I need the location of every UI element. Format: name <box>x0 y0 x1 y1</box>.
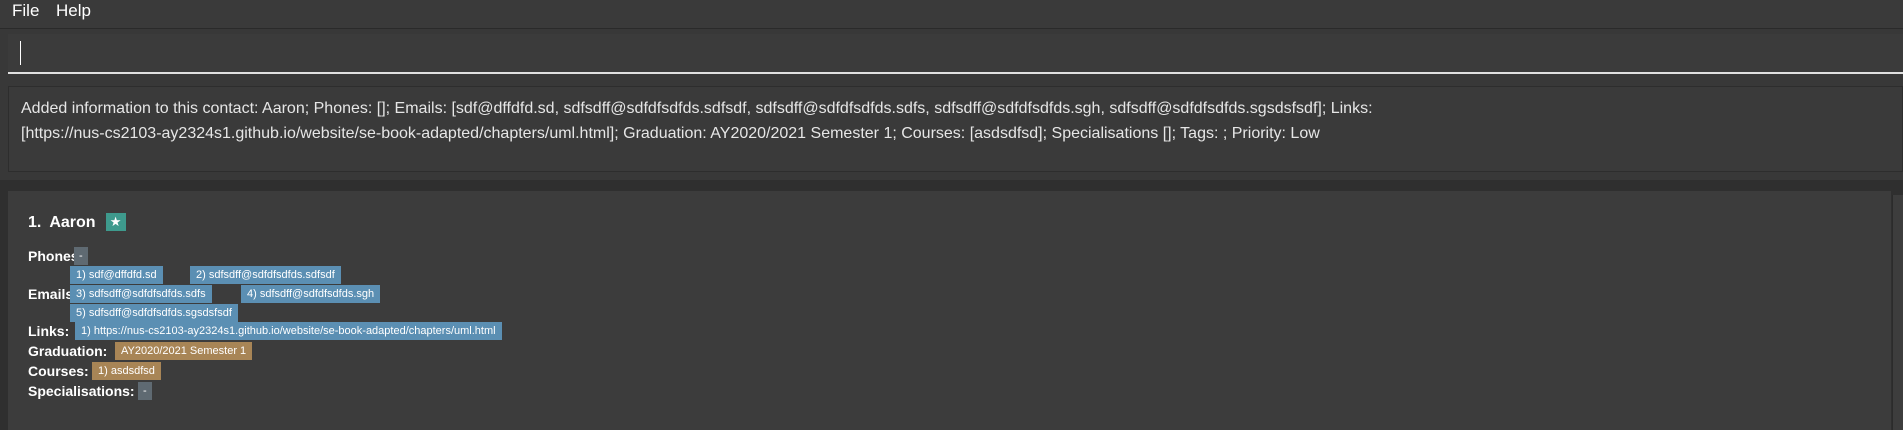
email-tag: 1) sdf@dffdfd.sd <box>70 266 163 284</box>
email-tag: 2) sdfsdff@sdfdfsdfds.sdfsdf <box>190 266 341 284</box>
contact-name: Aaron <box>49 214 96 231</box>
result-display[interactable]: Added information to this contact: Aaron… <box>8 86 1903 172</box>
links-label: Links: <box>28 323 70 339</box>
email-tag: 3) sdfsdff@sdfdfsdfds.sdfs <box>70 285 212 303</box>
course-tag: 1) asdsdfsd <box>92 362 161 380</box>
courses-label: Courses: <box>28 363 89 379</box>
contact-header: 1. Aaron ★ <box>28 213 126 232</box>
menu-bar: File Help <box>0 0 1903 29</box>
graduation-label: Graduation: <box>28 343 108 359</box>
list-scrollbar[interactable] <box>1892 195 1903 430</box>
menu-file[interactable]: File <box>12 1 39 21</box>
menu-help[interactable]: Help <box>56 1 91 21</box>
graduation-tag: AY2020/2021 Semester 1 <box>115 342 253 360</box>
result-line-2: [https://nus-cs2103-ay2324s1.github.io/w… <box>21 125 1320 142</box>
specialisations-label: Specialisations: <box>28 383 135 399</box>
command-box[interactable] <box>8 34 1903 74</box>
specialisations-empty-tag: - <box>138 382 152 400</box>
email-tag: 5) sdfsdff@sdfdfsdfds.sgsdsfsdf <box>70 304 238 322</box>
result-message: Added information to this contact: Aaron… <box>21 96 1891 146</box>
link-tag[interactable]: 1) https://nus-cs2103-ay2324s1.github.io… <box>75 322 502 340</box>
result-line-1: Added information to this contact: Aaron… <box>21 100 1373 117</box>
contact-card[interactable]: 1. Aaron ★ Phones: - Emails: 1) sdf@dffdfd… <box>8 191 1891 430</box>
phones-empty-tag: - <box>74 247 88 265</box>
star-icon: ★ <box>105 213 126 231</box>
contact-list-panel: 1. Aaron ★ Phones: - Emails: 1) sdf@dffdfd… <box>0 180 1903 430</box>
contact-index: 1. <box>28 214 42 231</box>
command-input[interactable] <box>22 40 1886 68</box>
text-caret <box>20 41 21 65</box>
email-tag: 4) sdfsdff@sdfdfsdfds.sgh <box>241 285 381 303</box>
